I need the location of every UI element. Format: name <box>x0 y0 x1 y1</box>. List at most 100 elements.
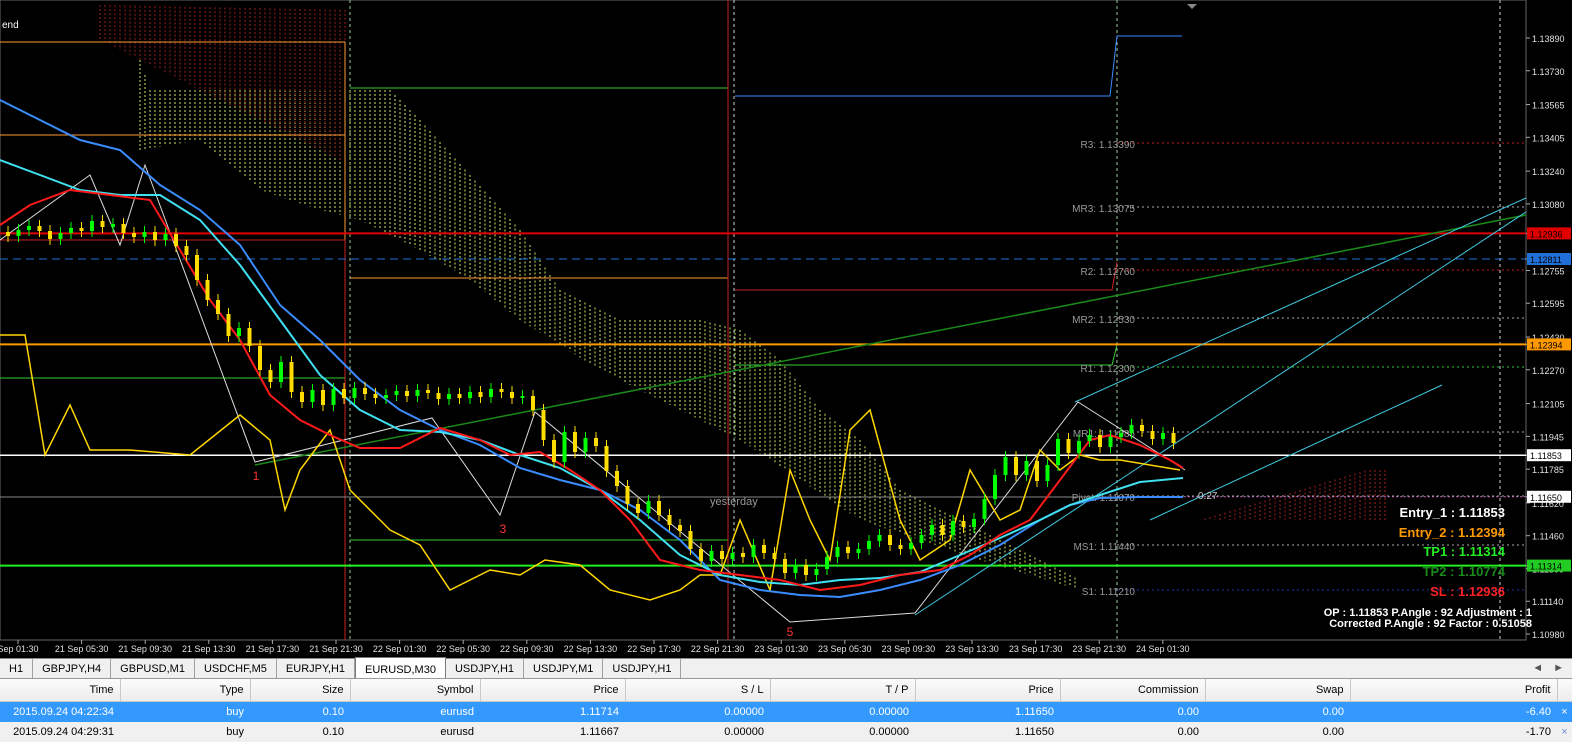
candle-body <box>562 432 567 462</box>
trade-cell: 0.00 <box>1060 701 1205 722</box>
candle-body <box>436 393 441 399</box>
candle-body <box>268 370 273 382</box>
close-order-icon[interactable]: × <box>1557 701 1572 722</box>
candle-body <box>951 521 955 535</box>
close-order-icon[interactable]: × <box>1557 722 1572 742</box>
candle-body <box>216 300 220 314</box>
candle-body <box>583 438 588 452</box>
candle-body <box>90 221 94 231</box>
candle-body <box>825 557 829 569</box>
candle-body <box>153 232 157 240</box>
candle-body <box>594 438 598 446</box>
candle-body <box>184 246 189 255</box>
chart-tab[interactable]: GBPJPY,H4 <box>33 659 112 678</box>
candle-body <box>930 525 934 535</box>
column-header-spacer <box>1557 679 1572 702</box>
candle-body <box>961 521 966 527</box>
candle-body <box>1129 425 1134 433</box>
time-axis: Sep 01:30 21 Sep 05:30 21 Sep 09:30 21 Sep … <box>0 640 1190 654</box>
chart-tab[interactable]: USDJPY,M1 <box>524 659 604 678</box>
pivot-label: S1: 1.11210 <box>1082 587 1136 598</box>
candle-body <box>667 515 672 525</box>
time-tick-label: 22 Sep 05:30 <box>436 644 490 654</box>
candle-body <box>16 230 21 236</box>
channel-line <box>1074 197 1527 403</box>
time-tick-label: 21 Sep 05:30 <box>55 644 109 654</box>
chart-tab[interactable]: USDJPY,H1 <box>446 659 525 678</box>
trade-cell: 1.11714 <box>480 701 625 722</box>
chart-tab[interactable]: USDCHF,M5 <box>195 659 277 678</box>
trade-table: Time Type Size Symbol Price S / LT / P Price Co… <box>0 679 1572 742</box>
chart-tab[interactable]: H1 <box>0 659 34 678</box>
column-header[interactable]: Symbol <box>350 679 481 702</box>
column-header[interactable]: Size <box>250 679 351 702</box>
ma-blue <box>0 99 1183 599</box>
candle-body <box>405 391 409 396</box>
column-header[interactable]: Swap <box>1205 679 1351 702</box>
time-tick-label: 23 Sep 17:30 <box>1009 644 1063 654</box>
scroll-left-icon[interactable]: ◄ <box>1532 659 1543 678</box>
candle-body <box>100 221 105 227</box>
candle-body <box>247 328 252 346</box>
oscillator-line <box>0 334 1181 601</box>
corrected-angle-label: Corrected P.Angle : 92 Factor : 0.51058 <box>1329 618 1532 630</box>
trade-cell: buy <box>120 701 250 722</box>
candle-body <box>699 549 703 561</box>
pivot-label: R3: 1.13390 <box>1081 140 1136 151</box>
chart-canvas[interactable]: R3: 1.13390 MR3: 1.13075 R2: 1.12760 MR2: 1… <box>0 0 1572 658</box>
sl-label: SL : 1.12936 <box>1430 584 1505 599</box>
candle-body <box>1066 439 1071 453</box>
candle-body <box>27 226 31 230</box>
time-tick-label: 23 Sep 01:30 <box>754 644 808 654</box>
chart-tab[interactable]: GBPUSD,M1 <box>111 659 195 678</box>
candle-body <box>993 475 997 499</box>
candlestick-series <box>6 215 1176 581</box>
candle-body <box>363 388 367 394</box>
candle-body <box>919 535 924 543</box>
column-header[interactable]: Type <box>120 679 251 702</box>
candle-body <box>741 553 745 557</box>
price-tick-label: 1.13890 <box>1532 34 1565 44</box>
pivot-label: MR3: 1.13075 <box>1072 204 1135 215</box>
candle-body <box>468 392 472 398</box>
chart-tab[interactable]: USDJPY,H1 <box>603 659 682 678</box>
column-header[interactable]: Price <box>915 679 1061 702</box>
trade-cell: 1.11650 <box>915 722 1060 742</box>
candle-body <box>163 234 168 240</box>
column-header[interactable]: T / P <box>770 679 916 702</box>
column-header[interactable]: Commission <box>1060 679 1206 702</box>
candle-body <box>237 328 241 336</box>
scroll-right-icon[interactable]: ► <box>1553 659 1564 678</box>
chart-tab[interactable]: EURJPY,H1 <box>277 659 356 678</box>
time-tick-label: 21 Sep 13:30 <box>182 644 236 654</box>
column-header[interactable]: Profit <box>1350 679 1558 702</box>
candle-body <box>867 541 871 549</box>
column-header[interactable]: Time <box>0 679 121 702</box>
chart-tabs-bar: H1 GBPJPY,H4 GBPUSD,M1 USDCHF,M5 EURJPY,H1 EU… <box>0 657 1572 678</box>
candle-body <box>321 390 325 405</box>
trade-cell: 0.10 <box>250 722 350 742</box>
ma-cyan <box>0 159 1184 587</box>
candle-body <box>730 553 735 559</box>
candle-body <box>762 545 766 553</box>
candle-body <box>1003 457 1008 475</box>
candle-body <box>226 314 231 336</box>
price-tick-label: 1.13080 <box>1532 200 1565 210</box>
price-tick-label: 1.12595 <box>1532 299 1565 309</box>
candle-body <box>573 432 577 452</box>
column-header[interactable]: Price <box>480 679 626 702</box>
trade-row[interactable]: 2015.09.24 04:29:31 buy 0.10 eurusd 1.11667 0… <box>0 722 1572 742</box>
chart-tab[interactable]: EURUSD,M30 <box>355 657 446 678</box>
price-tick-label: 1.13730 <box>1532 67 1565 77</box>
candle-body <box>1108 437 1113 447</box>
trade-row[interactable]: 2015.09.24 04:22:34 buy 0.10 eurusd 1.11714 0… <box>0 701 1572 722</box>
trade-cell: 0.00 <box>1205 701 1350 722</box>
column-header[interactable]: S / L <box>625 679 771 702</box>
candle-body <box>814 569 819 575</box>
candle-body <box>1150 431 1155 439</box>
candle-body <box>541 410 546 440</box>
price-chart[interactable]: R3: 1.13390 MR3: 1.13075 R2: 1.12760 MR2: 1… <box>0 0 1572 658</box>
candle-body <box>331 389 336 405</box>
candle-body <box>489 389 493 397</box>
price-tick-label: 1.12755 <box>1532 266 1565 276</box>
